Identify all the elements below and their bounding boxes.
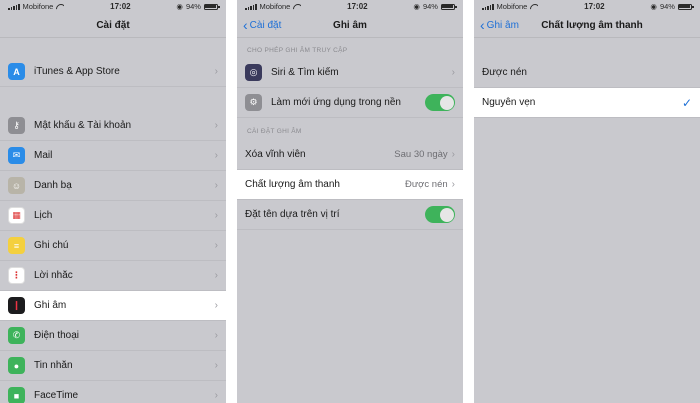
chevron-right-icon: ›	[214, 330, 218, 341]
chevron-right-icon: ›	[214, 150, 218, 161]
calendar-icon: ▦	[8, 207, 25, 224]
status-time: 17:02	[347, 2, 368, 11]
settings-item-reminders[interactable]: ⋮ Lời nhắc ›	[0, 261, 226, 291]
chevron-left-icon: ‹	[243, 17, 248, 33]
voice-memos-settings-screen: Mobifone 17:02 ◉ 94% ‹ Cài đặt Ghi âm CH…	[237, 0, 463, 403]
signal-icon	[482, 3, 494, 10]
page-title: Chất lượng âm thanh	[541, 19, 643, 31]
settings-item-contacts[interactable]: ☺ Danh bạ ›	[0, 171, 226, 201]
battery-percent: 94%	[422, 2, 438, 11]
siri-icon: ◎	[245, 64, 262, 81]
location-naming-row: Đặt tên dựa trên vị trí	[237, 200, 463, 230]
nav-bar: Cài đặt	[0, 13, 226, 37]
wifi-icon	[293, 4, 301, 10]
quality-options-list: Được nén Nguyên vẹn ✓	[474, 58, 700, 118]
page-title: Cài đặt	[96, 19, 130, 31]
location-icon: ◉	[176, 2, 183, 11]
audio-quality-row[interactable]: Chất lượng âm thanh Được nén ›	[237, 170, 463, 200]
settings-item-app-store[interactable]: AiTunes & App Store ›	[0, 57, 226, 87]
chevron-right-icon: ›	[214, 300, 218, 311]
settings-group-apps: ⚷ Mật khẩu & Tài khoản › ✉ Mail › ☺ Danh bạ › ▦ Lị…	[0, 111, 226, 403]
status-time: 17:02	[110, 2, 131, 11]
checkmark-icon: ✓	[681, 95, 692, 110]
mail-icon: ✉	[8, 147, 25, 164]
status-bar: Mobifone 17:02 ◉ 94%	[0, 0, 226, 13]
carrier-label: Mobifone	[259, 2, 291, 11]
location-naming-toggle[interactable]	[425, 206, 455, 223]
status-bar: Mobifone 17:02 ◉ 94%	[474, 0, 700, 13]
reminders-icon: ⋮	[8, 267, 25, 284]
location-icon: ◉	[650, 2, 657, 11]
settings-item-calendar[interactable]: ▦ Lịch ›	[0, 201, 226, 231]
chevron-right-icon: ›	[451, 67, 455, 78]
phone-icon: ✆	[8, 327, 25, 344]
delete-permanently-row[interactable]: Xóa vĩnh viễn Sau 30 ngày ›	[237, 140, 463, 170]
page-title: Ghi âm	[333, 19, 367, 31]
status-bar: Mobifone 17:02 ◉ 94%	[237, 0, 463, 13]
settings-item-facetime[interactable]: ■ FaceTime ›	[0, 381, 226, 403]
signal-icon	[8, 3, 20, 10]
facetime-icon: ■	[8, 387, 25, 403]
battery-icon	[677, 3, 694, 10]
carrier-label: Mobifone	[496, 2, 528, 11]
chevron-right-icon: ›	[214, 390, 218, 401]
settings-item-phone[interactable]: ✆ Điện thoại ›	[0, 321, 226, 351]
battery-icon	[203, 3, 220, 10]
settings-item-voice-memos[interactable]: ❙ Ghi âm ›	[0, 291, 226, 321]
signal-icon	[245, 3, 257, 10]
chevron-right-icon: ›	[451, 149, 455, 160]
section-header-access: CHO PHÉP GHI ÂM TRUY CẬP	[247, 47, 348, 54]
chevron-right-icon: ›	[214, 66, 218, 77]
gear-icon: ⚙	[245, 94, 262, 111]
chevron-right-icon: ›	[451, 179, 455, 190]
battery-percent: 94%	[659, 2, 675, 11]
back-button[interactable]: ‹ Ghi âm	[480, 13, 519, 37]
chevron-right-icon: ›	[214, 270, 218, 281]
settings-screen: Mobifone 17:02 ◉ 94% Cài đặt AiTunes & A…	[0, 0, 226, 403]
background-refresh-toggle[interactable]	[425, 94, 455, 111]
nav-bar: ‹ Cài đặt Ghi âm	[237, 13, 463, 37]
settings-item-messages[interactable]: ● Tin nhắn ›	[0, 351, 226, 381]
nav-bar: ‹ Ghi âm Chất lượng âm thanh	[474, 13, 700, 37]
settings-item-notes[interactable]: ≡ Ghi chú ›	[0, 231, 226, 261]
notes-icon: ≡	[8, 237, 25, 254]
audio-quality-screen: Mobifone 17:02 ◉ 94% ‹ Ghi âm Chất lượng…	[474, 0, 700, 403]
wifi-icon	[56, 4, 64, 10]
back-button[interactable]: ‹ Cài đặt	[243, 13, 281, 37]
section-header-settings: CÀI ĐẶT GHI ÂM	[247, 128, 302, 135]
settings-item-key[interactable]: ⚷ Mật khẩu & Tài khoản ›	[0, 111, 226, 141]
voice-memos-icon: ❙	[8, 297, 25, 314]
contacts-icon: ☺	[8, 177, 25, 194]
audio-quality-value: Được nén	[404, 179, 448, 190]
chevron-right-icon: ›	[214, 240, 218, 251]
carrier-label: Mobifone	[22, 2, 54, 11]
messages-icon: ●	[8, 357, 25, 374]
chevron-right-icon: ›	[214, 120, 218, 131]
status-time: 17:02	[584, 2, 605, 11]
quality-option[interactable]: Được nén	[474, 58, 700, 88]
chevron-left-icon: ‹	[480, 17, 485, 33]
app-store-icon: A	[8, 63, 25, 80]
battery-percent: 94%	[185, 2, 201, 11]
settings-item-mail[interactable]: ✉ Mail ›	[0, 141, 226, 171]
key-icon: ⚷	[8, 117, 25, 134]
chevron-right-icon: ›	[214, 210, 218, 221]
chevron-right-icon: ›	[214, 360, 218, 371]
battery-icon	[440, 3, 457, 10]
delete-value: Sau 30 ngày	[394, 149, 448, 160]
settings-group-store: AiTunes & App Store ›	[0, 57, 226, 87]
wifi-icon	[530, 4, 538, 10]
background-refresh-row: ⚙ Làm mới ứng dụng trong nền	[237, 88, 463, 118]
chevron-right-icon: ›	[214, 180, 218, 191]
siri-search-row[interactable]: ◎ Siri & Tìm kiếm ›	[237, 58, 463, 88]
quality-option[interactable]: Nguyên vẹn ✓	[474, 88, 700, 118]
location-icon: ◉	[413, 2, 420, 11]
